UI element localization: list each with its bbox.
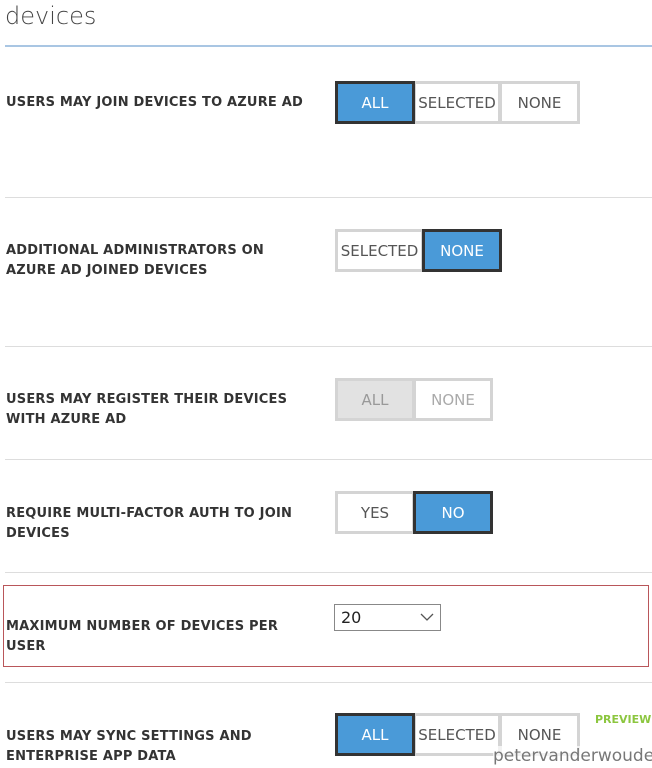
option-selected[interactable]: SELECTED xyxy=(413,81,501,124)
setting-label: USERS MAY REGISTER THEIR DEVICES WITH AZ… xyxy=(6,392,288,427)
max-devices-select[interactable]: 20 xyxy=(334,604,441,631)
join-devices-toggle[interactable]: ALL SELECTED NONE xyxy=(335,81,580,124)
option-all[interactable]: ALL xyxy=(335,713,415,756)
mfa-toggle[interactable]: YES NO xyxy=(335,491,493,534)
setting-label: USERS MAY JOIN DEVICES TO AZURE AD xyxy=(6,95,303,110)
option-all[interactable]: ALL xyxy=(335,81,415,124)
setting-label: USERS MAY SYNC SETTINGS AND ENTERPRISE A… xyxy=(6,729,252,764)
divider xyxy=(5,346,652,347)
chevron-down-icon xyxy=(420,613,434,621)
divider xyxy=(5,459,652,460)
preview-badge: PREVIEW xyxy=(595,713,652,726)
divider xyxy=(5,197,652,198)
page-title: devices xyxy=(5,2,97,30)
setting-label: MAXIMUM NUMBER OF DEVICES PER USER xyxy=(6,619,279,654)
select-value: 20 xyxy=(341,608,362,627)
additional-admins-toggle[interactable]: SELECTED NONE xyxy=(335,229,502,272)
register-devices-toggle[interactable]: ALL NONE xyxy=(335,378,493,421)
option-none[interactable]: NONE xyxy=(499,81,580,124)
option-no[interactable]: NO xyxy=(413,491,493,534)
divider xyxy=(5,572,652,573)
setting-label: REQUIRE MULTI-FACTOR AUTH TO JOIN DEVICE… xyxy=(6,506,293,541)
watermark: petervanderwoude.nl xyxy=(493,746,652,766)
option-none[interactable]: NONE xyxy=(422,229,502,272)
option-selected[interactable]: SELECTED xyxy=(335,229,424,272)
option-all[interactable]: ALL xyxy=(335,378,415,421)
title-underline xyxy=(5,45,652,47)
option-yes[interactable]: YES xyxy=(335,491,415,534)
setting-label: ADDITIONAL ADMINISTRATORS ON AZURE AD JO… xyxy=(6,243,264,278)
option-selected[interactable]: SELECTED xyxy=(413,713,501,756)
divider xyxy=(5,682,652,683)
option-none[interactable]: NONE xyxy=(413,378,493,421)
